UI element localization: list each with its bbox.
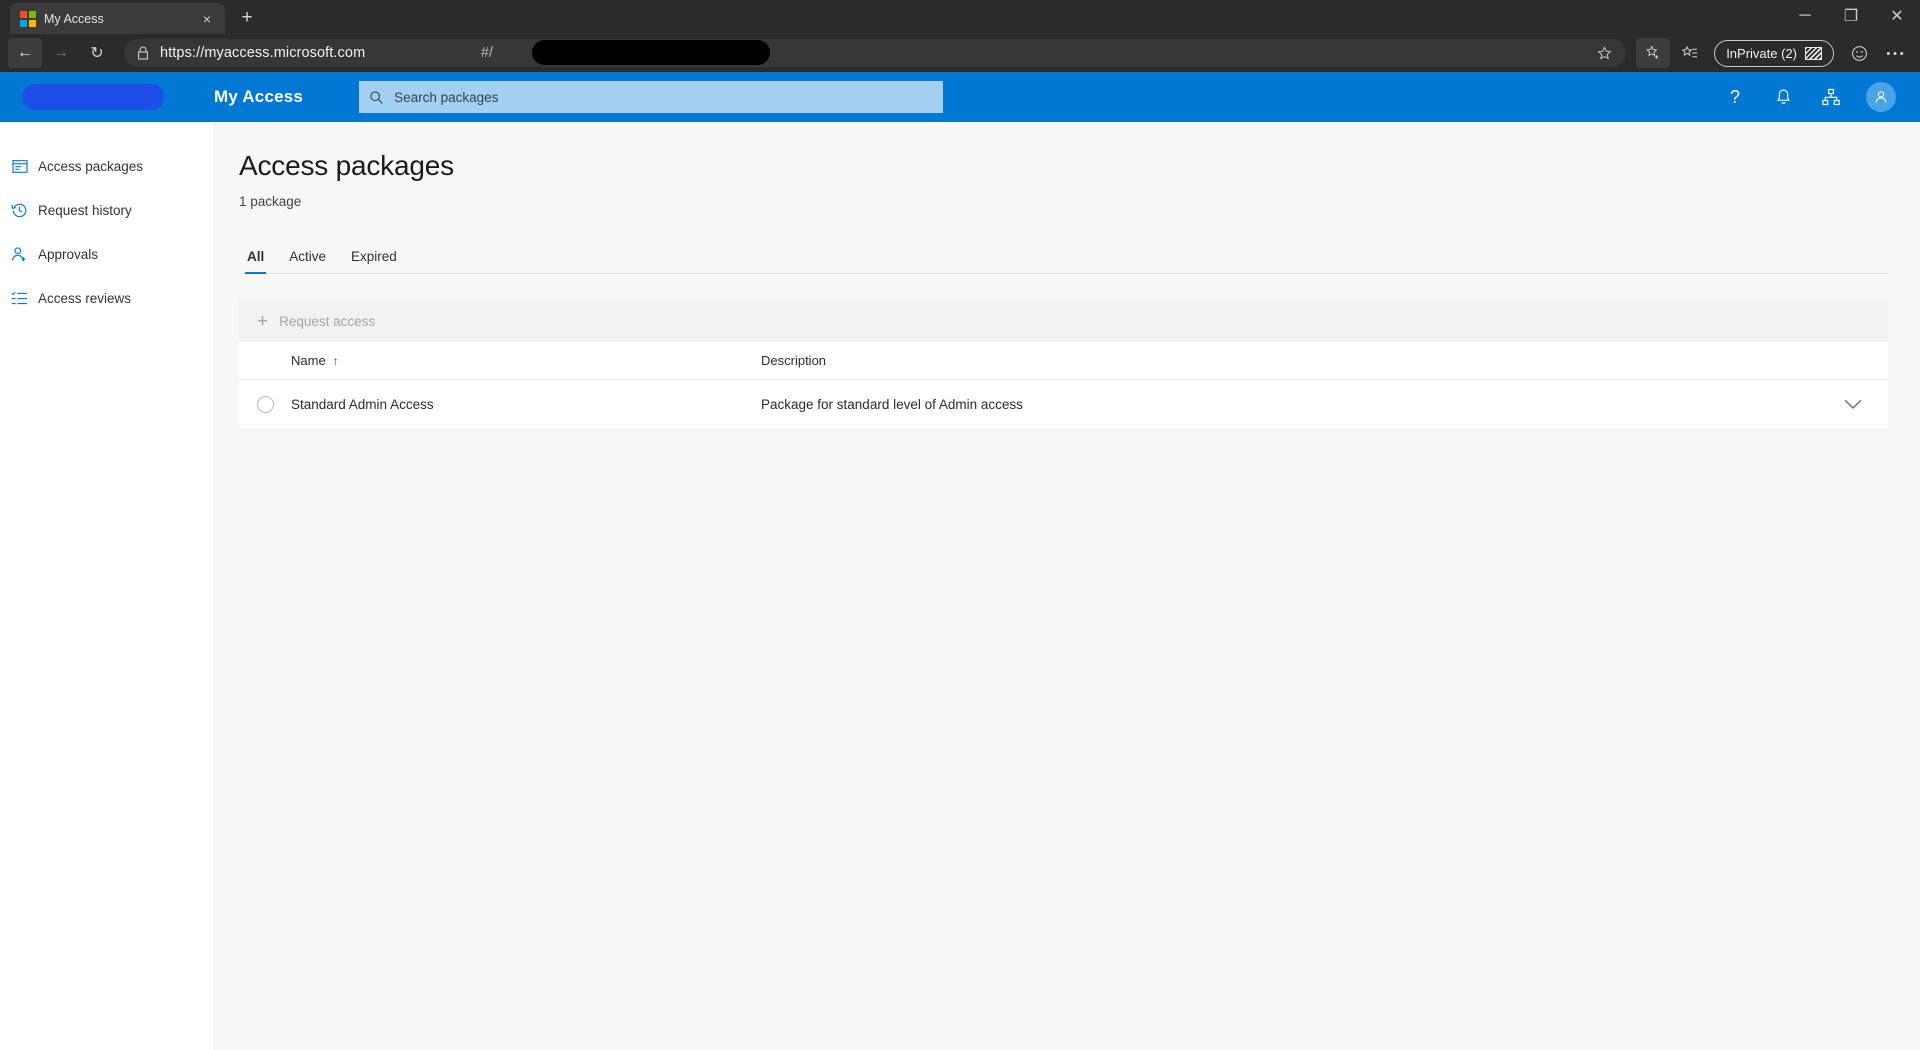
chevron-down-icon[interactable] (1818, 399, 1888, 410)
app-body: Access packages Request history Approval… (0, 122, 1920, 1050)
inprivate-glyph-icon (1805, 46, 1822, 60)
restore-window-button[interactable]: ❐ (1828, 0, 1874, 32)
search-placeholder: Search packages (394, 89, 499, 105)
sidebar-item-label: Access packages (38, 158, 144, 174)
tab-all[interactable]: All (239, 243, 272, 274)
sidebar-item-label: Access reviews (38, 290, 132, 306)
packages-card: + Request access Name ↑ Description Stan… (239, 300, 1888, 430)
row-description-cell: Package for standard level of Admin acce… (761, 379, 1818, 430)
column-label: Name (291, 353, 326, 368)
app-header: My Access Search packages ? (0, 72, 1920, 122)
page-title: Access packages (239, 150, 454, 181)
reload-icon[interactable]: ↻ (80, 38, 114, 68)
help-icon[interactable]: ? (1722, 84, 1748, 110)
request-access-button[interactable]: Request access (279, 314, 375, 329)
sidebar-item-access-reviews[interactable]: Access reviews (0, 276, 214, 320)
tenant-brand-redaction (22, 84, 164, 110)
address-bar[interactable]: https://myaccess.microsoft.com #/ (124, 39, 1627, 67)
sidebar-item-label: Request history (38, 202, 132, 218)
command-bar: + Request access (239, 300, 1888, 342)
browser-toolbar: ← → ↻ https://myaccess.microsoft.com #/ … (0, 34, 1920, 72)
row-select-cell[interactable] (239, 379, 291, 430)
forward-icon[interactable]: → (44, 38, 78, 68)
tab-active[interactable]: Active (281, 243, 334, 273)
smiley-icon[interactable] (1842, 38, 1876, 68)
access-packages-icon (11, 158, 28, 175)
sidebar-item-access-packages[interactable]: Access packages (0, 144, 214, 188)
new-tab-button[interactable]: + (232, 3, 262, 33)
filter-tabs: All Active Expired (239, 243, 1888, 274)
ellipsis-icon[interactable] (1878, 38, 1912, 68)
add-favorite-icon[interactable] (1636, 38, 1671, 68)
history-clock-icon (11, 202, 28, 219)
sidebar-item-approvals[interactable]: Approvals (0, 232, 214, 276)
column-header-name[interactable]: Name ↑ (291, 342, 761, 380)
browser-tab[interactable]: My Access × (10, 3, 225, 34)
sidebar-nav: Access packages Request history Approval… (0, 122, 215, 1050)
star-icon[interactable] (1590, 40, 1618, 66)
tab-title: My Access (44, 11, 104, 26)
back-icon[interactable]: ← (8, 38, 42, 68)
search-icon (369, 90, 384, 105)
search-input[interactable]: Search packages (359, 81, 944, 113)
main-content: Access packages 1 package All Active Exp… (215, 122, 1920, 1050)
person-add-icon (11, 246, 28, 263)
row-name-cell[interactable]: Standard Admin Access (291, 379, 761, 430)
org-hierarchy-icon[interactable] (1818, 84, 1844, 110)
row-select-radio[interactable] (257, 396, 274, 413)
collections-icon[interactable] (1672, 38, 1706, 68)
my-access-app: My Access Search packages ? Access packa… (0, 72, 1920, 1050)
tab-expired[interactable]: Expired (343, 243, 405, 273)
microsoft-logo-icon (20, 10, 36, 27)
column-header-description[interactable]: Description (761, 342, 1818, 380)
app-header-actions: ? (1722, 82, 1920, 112)
checklist-icon (11, 290, 28, 307)
inprivate-badge[interactable]: InPrivate (2) (1714, 39, 1834, 67)
row-expand-cell[interactable] (1818, 379, 1888, 430)
select-all-header (239, 342, 291, 380)
notifications-bell-icon[interactable] (1770, 84, 1796, 110)
minimize-window-button[interactable]: ─ (1782, 0, 1828, 32)
window-controls: ─ ❐ ✕ (1782, 0, 1920, 34)
package-count: 1 package (239, 194, 302, 209)
sidebar-item-request-history[interactable]: Request history (0, 188, 214, 232)
account-avatar[interactable] (1866, 82, 1896, 112)
url-text: https://myaccess.microsoft.com #/ (160, 45, 494, 61)
lock-icon (134, 46, 152, 60)
column-header-expand (1818, 342, 1888, 380)
table-row[interactable]: Standard Admin Access Package for standa… (239, 379, 1888, 430)
sidebar-item-label: Approvals (38, 246, 99, 262)
browser-window: My Access × + ─ ❐ ✕ ← → ↻ https://myacce… (0, 0, 1920, 1050)
tab-strip: My Access × + ─ ❐ ✕ (0, 0, 1920, 34)
close-tab-icon[interactable]: × (197, 9, 217, 29)
plus-icon: + (257, 310, 269, 332)
inprivate-label: InPrivate (2) (1726, 45, 1797, 61)
table-header-row: Name ↑ Description (239, 342, 1888, 380)
packages-table: Name ↑ Description Standard Admin Access… (239, 342, 1888, 430)
sort-ascending-icon: ↑ (332, 354, 339, 368)
url-redaction-bar (532, 40, 770, 65)
app-title: My Access (214, 87, 304, 106)
close-window-button[interactable]: ✕ (1874, 0, 1920, 32)
